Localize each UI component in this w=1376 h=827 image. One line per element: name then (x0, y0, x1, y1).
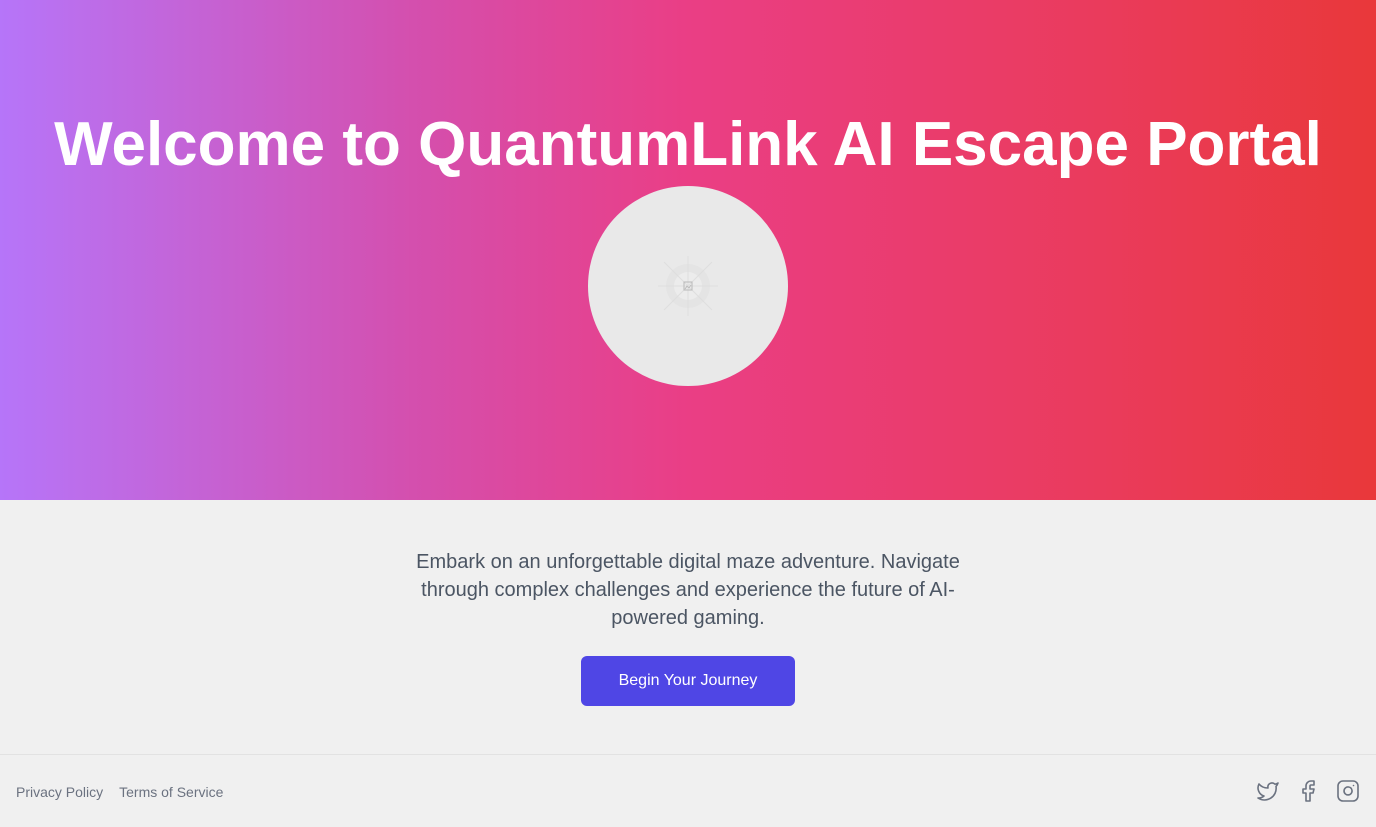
social-links (1256, 779, 1360, 803)
twitter-icon[interactable] (1256, 779, 1280, 803)
image-placeholder-icon (658, 256, 718, 316)
instagram-icon[interactable] (1336, 779, 1360, 803)
hero-section: Welcome to QuantumLink AI Escape Portal (0, 0, 1376, 500)
page-title: Welcome to QuantumLink AI Escape Portal (54, 110, 1322, 179)
main-section: Embark on an unforgettable digital maze … (0, 500, 1376, 754)
footer-links: Privacy Policy Terms of Service (16, 783, 223, 801)
privacy-policy-link[interactable]: Privacy Policy (16, 783, 103, 801)
facebook-icon[interactable] (1296, 779, 1320, 803)
begin-journey-button[interactable]: Begin Your Journey (581, 656, 795, 706)
terms-of-service-link[interactable]: Terms of Service (119, 783, 223, 801)
footer: Privacy Policy Terms of Service (0, 754, 1376, 827)
tagline: Embark on an unforgettable digital maze … (416, 551, 960, 629)
hero-image-placeholder (588, 186, 788, 386)
